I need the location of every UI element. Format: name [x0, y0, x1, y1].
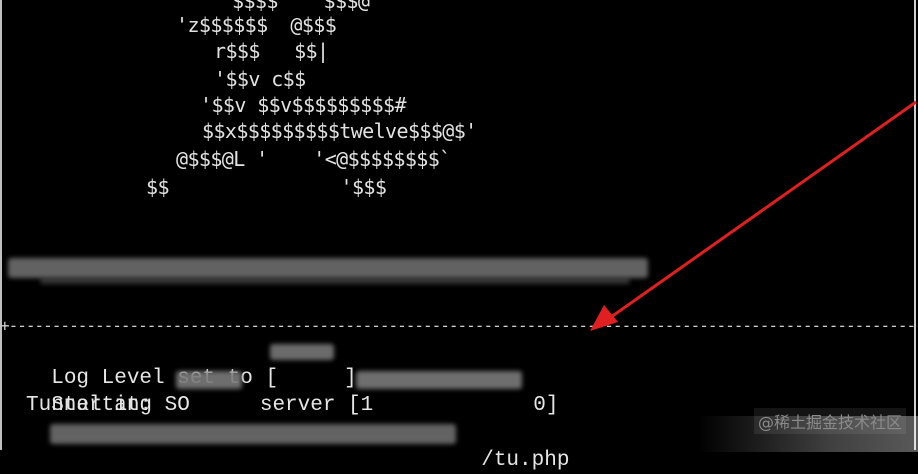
annotation-arrow	[590, 100, 917, 331]
watermark: @稀土掘金技术社区	[753, 408, 906, 434]
arrow-head	[590, 305, 618, 331]
arrow-shaft	[603, 100, 917, 324]
tunnel-suffix: /tu.php	[481, 449, 570, 472]
